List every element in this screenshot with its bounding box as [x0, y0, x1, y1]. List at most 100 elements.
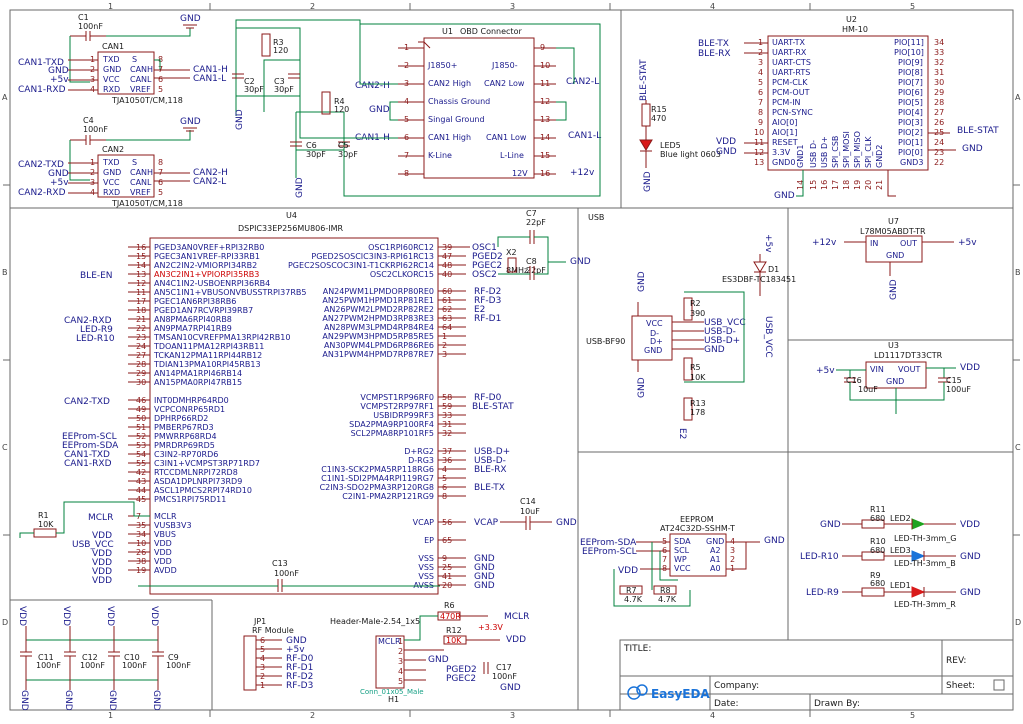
svg-text:C5: C5: [338, 141, 349, 150]
row-label: B: [2, 268, 8, 277]
title-block: TITLE: REV: Company: Sheet: Date: Drawn …: [619, 639, 1014, 711]
gnd-label: GND: [180, 14, 201, 24]
svg-text:PIO[7]: PIO[7]: [898, 78, 923, 87]
mcu-pin-label: DPHRP66RD2: [154, 414, 208, 423]
svg-text:RF Module: RF Module: [252, 626, 294, 635]
svg-text:E2: E2: [677, 428, 687, 439]
net-vdd: VDD: [716, 137, 736, 147]
hm10-bottom-pins: GND1 USB D- USB D+ SPI_CSB SPI_MOSI SPI_…: [796, 131, 884, 190]
hm10-module: U2 HM-10 UART-TX UART-RX UART-CTS UART-R…: [698, 15, 999, 201]
svg-text:IN: IN: [870, 239, 878, 248]
col-label: 4: [710, 711, 715, 720]
svg-text:100nF: 100nF: [83, 125, 108, 134]
mcu-dspic: U4 DSPIC33EP256MU806-IMR PGED3AN0VREF+RP…: [19, 209, 591, 595]
usb-section: USB VCC D- D+ GND USB-BF90 GND GND USB_V…: [586, 213, 796, 439]
svg-text:X2: X2: [506, 248, 517, 257]
svg-text:30pF: 30pF: [306, 150, 326, 159]
svg-text:CAN1 High: CAN1 High: [428, 133, 471, 142]
svg-text:U2: U2: [846, 15, 857, 24]
svg-text:3.3V: 3.3V: [772, 148, 791, 157]
svg-text:VDD: VDD: [960, 520, 980, 530]
svg-text:S: S: [132, 55, 137, 64]
svg-text:16: 16: [820, 180, 829, 190]
svg-text:GND: GND: [556, 518, 577, 528]
svg-text:GND: GND: [500, 683, 521, 693]
mcu-pin-label: C1IN3-SCK2PMA5RP118RG6: [321, 465, 434, 474]
svg-text:R8: R8: [660, 586, 671, 595]
svg-text:12V: 12V: [512, 169, 528, 178]
mcu-pin-label: TDOAN11PMA12RPI43RB11: [153, 342, 264, 351]
svg-text:LED-TH-3mm_B: LED-TH-3mm_B: [894, 559, 956, 568]
svg-text:24: 24: [934, 138, 944, 147]
mcu-left-pins-group-b: INT0DMHRP64RD046VCPCONRP65RD149DPHRP66RD…: [128, 396, 260, 504]
svg-text:100nF: 100nF: [80, 661, 105, 670]
net-ble-stat: BLE-STAT: [639, 59, 649, 101]
svg-text:100nF: 100nF: [274, 569, 299, 578]
svg-text:GND: GND: [19, 690, 29, 711]
mcu-pin-label: VSS: [418, 554, 434, 563]
svg-text:VCC: VCC: [103, 178, 120, 187]
obd-connector: U1 OBD Connector J1850+ CAN2 High Chassi…: [235, 19, 601, 197]
svg-text:GND: GND: [180, 117, 201, 127]
svg-text:OSC2: OSC2: [472, 270, 497, 280]
svg-text:SPI_MOSI: SPI_MOSI: [842, 131, 851, 168]
mcu-pin-label: SCL2PMA8RP101RF5: [351, 429, 434, 438]
svg-text:BLE-RX: BLE-RX: [474, 465, 507, 475]
svg-text:5: 5: [398, 677, 403, 686]
svg-text:5: 5: [758, 78, 763, 87]
svg-text:GND: GND: [103, 168, 121, 177]
svg-text:22: 22: [934, 158, 944, 167]
svg-text:GND: GND: [886, 377, 904, 386]
net-12v: +12v: [570, 168, 595, 178]
net-can1-rxd: CAN1-RXD: [18, 85, 66, 95]
can1-transceiver: C1 100nF GND CAN1 TXD GND VCC RXD S CANH…: [18, 13, 228, 105]
svg-text:GND3: GND3: [900, 158, 923, 167]
svg-text:15: 15: [809, 180, 818, 190]
mcu-pin-label: VCPCONRP65RD1: [154, 405, 225, 414]
col-label: 1: [108, 2, 113, 11]
svg-text:100nF: 100nF: [122, 661, 147, 670]
svg-text:10uF: 10uF: [520, 507, 540, 516]
svg-text:PIO[3]: PIO[3]: [898, 118, 923, 127]
svg-text:8: 8: [158, 158, 163, 167]
row-label: C: [2, 443, 8, 452]
mcu-pin-label: AN2C2IN2-VMIORPI34RB2: [154, 261, 257, 270]
svg-text:SDA: SDA: [674, 537, 691, 546]
svg-text:100nF: 100nF: [492, 672, 517, 681]
col-label: 4: [710, 2, 715, 11]
svg-text:GND: GND: [103, 65, 121, 74]
svg-text:9: 9: [758, 118, 763, 127]
row-label: B: [1015, 268, 1021, 277]
svg-text:USB D+: USB D+: [820, 136, 829, 168]
svg-text:R1: R1: [38, 511, 49, 520]
svg-text:SPI_CLK: SPI_CLK: [864, 136, 873, 168]
mcu-pin-label: SDA2PMA9RP100RF4: [349, 420, 434, 429]
svg-text:GND0: GND0: [772, 158, 795, 167]
svg-text:+5v: +5v: [763, 234, 773, 253]
mcu-pin-label: C3IN1+VCMPST3RP71RD7: [154, 459, 260, 468]
mcu-pin-label: VBUS: [154, 530, 176, 539]
mcu-pin-label: VUSB3V3: [154, 521, 192, 530]
svg-text:L78M05ABDT-TR: L78M05ABDT-TR: [860, 227, 926, 236]
svg-text:WP: WP: [674, 555, 687, 564]
svg-text:AIO[0]: AIO[0]: [772, 118, 797, 127]
c1-value: 100nF: [78, 22, 103, 31]
svg-text:120: 120: [334, 105, 349, 114]
svg-text:30pF: 30pF: [274, 85, 294, 94]
svg-text:CANL: CANL: [130, 178, 152, 187]
mcu-pin-label: AN3C2IN1+VPIORPI35RB3: [154, 270, 259, 279]
svg-text:VCC: VCC: [674, 564, 691, 573]
svg-text:680: 680: [870, 579, 885, 588]
svg-text:LED2: LED2: [890, 514, 911, 523]
svg-text:PIO[6]: PIO[6]: [898, 88, 923, 97]
svg-text:GND: GND: [235, 109, 245, 130]
svg-text:GND: GND: [151, 690, 161, 711]
row-label: C: [1015, 443, 1021, 452]
mcu-pin-label: PGEC2SOSCOC3IN1-T1CKRPI62RC14: [288, 261, 434, 270]
svg-text:R12: R12: [446, 626, 462, 635]
svg-text:4: 4: [398, 667, 403, 676]
svg-text:JP1: JP1: [253, 617, 266, 626]
svg-text:VDD: VDD: [149, 606, 159, 626]
svg-text:VDD: VDD: [506, 635, 526, 645]
easyeda-logo-icon: [627, 684, 648, 700]
